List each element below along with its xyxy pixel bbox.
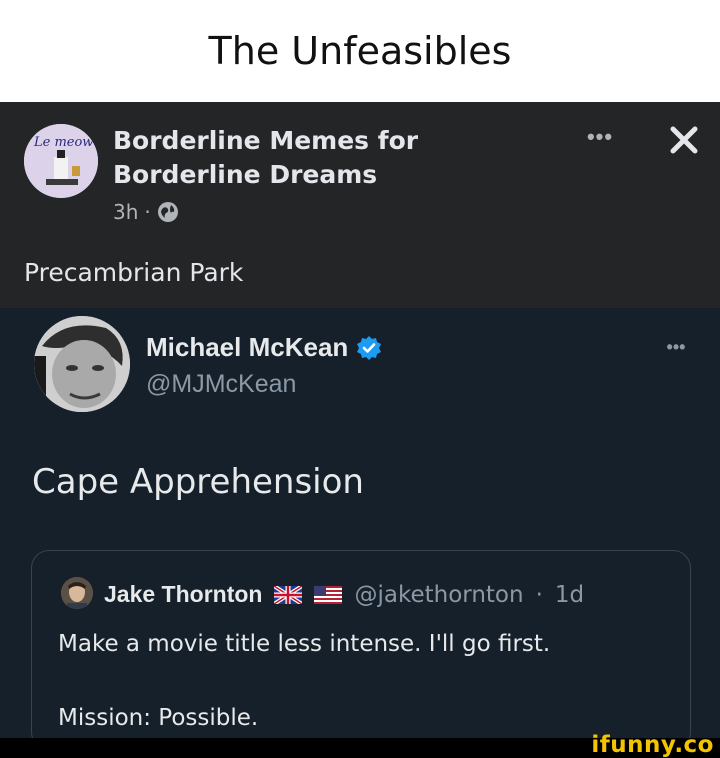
verified-badge-icon [356, 335, 382, 361]
more-options-button[interactable]: ••• [578, 122, 622, 152]
portrait-icon [61, 577, 93, 609]
watermark-bar: ifunny.co [0, 732, 720, 758]
author-handle[interactable]: @MJMcKean [146, 370, 296, 399]
quoted-age: 1d [554, 581, 585, 608]
meta-separator: · [144, 200, 151, 224]
group-name[interactable]: Borderline Memes for Borderline Dreams [113, 124, 473, 192]
post-meta: 3h · [113, 200, 179, 224]
post-time[interactable]: 3h [113, 200, 138, 224]
portrait-icon [34, 316, 130, 412]
facebook-post: Le meow Borderline Memes for Borderline … [0, 102, 720, 308]
author-avatar[interactable] [34, 316, 130, 412]
group-avatar[interactable]: Le meow [24, 124, 98, 198]
close-icon [670, 126, 698, 154]
tweet-more-button[interactable]: ••• [656, 334, 696, 360]
ifunny-watermark: ifunny.co [591, 732, 714, 758]
quoted-author-avatar[interactable] [61, 577, 93, 609]
close-button[interactable] [660, 120, 708, 160]
tweet-text: Cape Apprehension [32, 462, 364, 502]
us-flag-icon [314, 585, 343, 604]
quoted-tweet[interactable]: Jake Thornton @jakethornton · 1d Make a … [31, 550, 691, 750]
quoted-header: Jake Thornton @jakethornton · 1d [104, 581, 584, 608]
author-name[interactable]: Michael McKean [146, 332, 348, 363]
uk-flag-icon [274, 585, 303, 604]
quoted-author-name[interactable]: Jake Thornton [104, 581, 262, 608]
quoted-handle[interactable]: @jakethornton [354, 582, 523, 608]
avatar-text: Le meow [33, 135, 93, 150]
quoted-separator: · [535, 581, 543, 608]
globe-icon [157, 201, 179, 223]
post-text: Precambrian Park [24, 258, 244, 287]
cat-logo-icon: Le meow [24, 124, 98, 198]
tweet-screenshot: Michael McKean @MJMcKean ••• Cape Appreh… [0, 308, 720, 750]
quoted-text-line-1: Make a movie title less intense. I'll go… [58, 631, 551, 657]
quoted-text-line-2: Mission: Possible. [58, 705, 259, 731]
author-name-row: Michael McKean [146, 332, 382, 363]
meme-caption: The Unfeasibles [0, 0, 720, 102]
